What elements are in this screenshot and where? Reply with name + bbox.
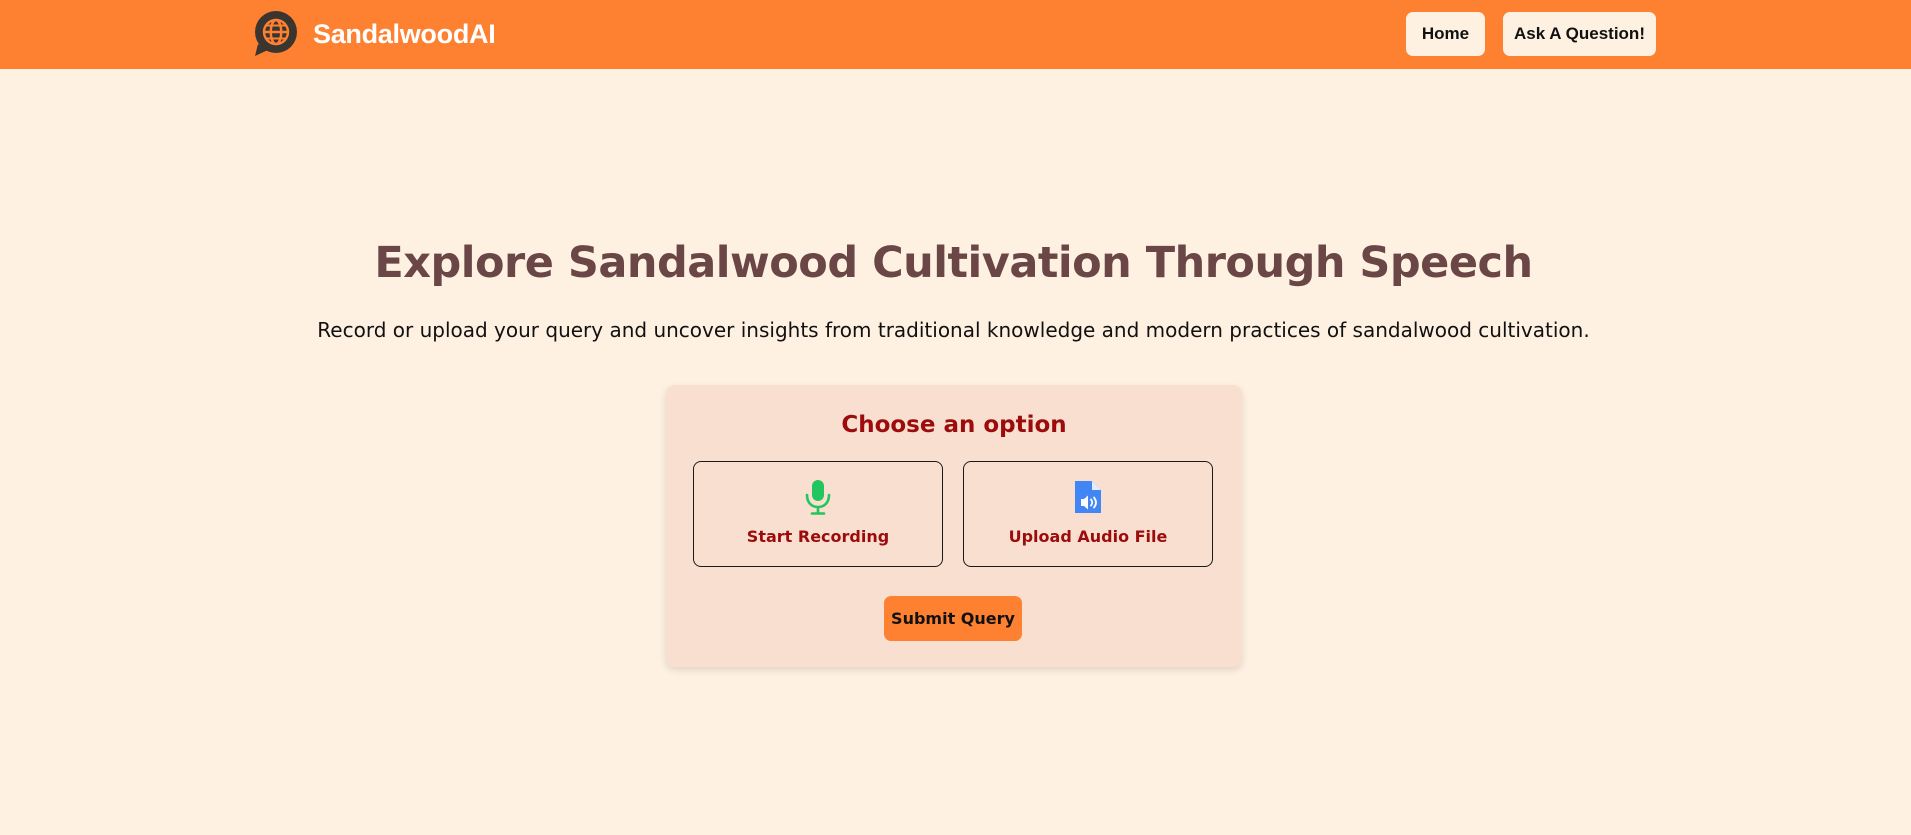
submit-query-button[interactable]: Submit Query (884, 596, 1022, 641)
upload-audio-file-button[interactable]: Upload Audio File (963, 461, 1213, 567)
upload-audio-file-label: Upload Audio File (1008, 527, 1168, 546)
brand[interactable]: SandalwoodAI (251, 10, 496, 58)
audio-file-icon (1075, 481, 1101, 513)
globe-chat-icon (255, 11, 297, 56)
ask-question-button[interactable]: Ask A Question! (1503, 12, 1656, 56)
card-title: Choose an option (841, 412, 1067, 438)
query-option-card: Choose an option Start Recording Upload … (666, 385, 1242, 667)
home-button[interactable]: Home (1406, 12, 1485, 56)
microphone-icon (805, 480, 831, 515)
page-title: Explore Sandalwood Cultivation Through S… (374, 238, 1533, 288)
brand-name: SandalwoodAI (313, 18, 496, 49)
navbar: SandalwoodAI Home Ask A Question! (0, 0, 1911, 69)
start-recording-label: Start Recording (746, 527, 890, 546)
page-subtitle: Record or upload your query and uncover … (317, 318, 1590, 342)
start-recording-button[interactable]: Start Recording (693, 461, 943, 567)
